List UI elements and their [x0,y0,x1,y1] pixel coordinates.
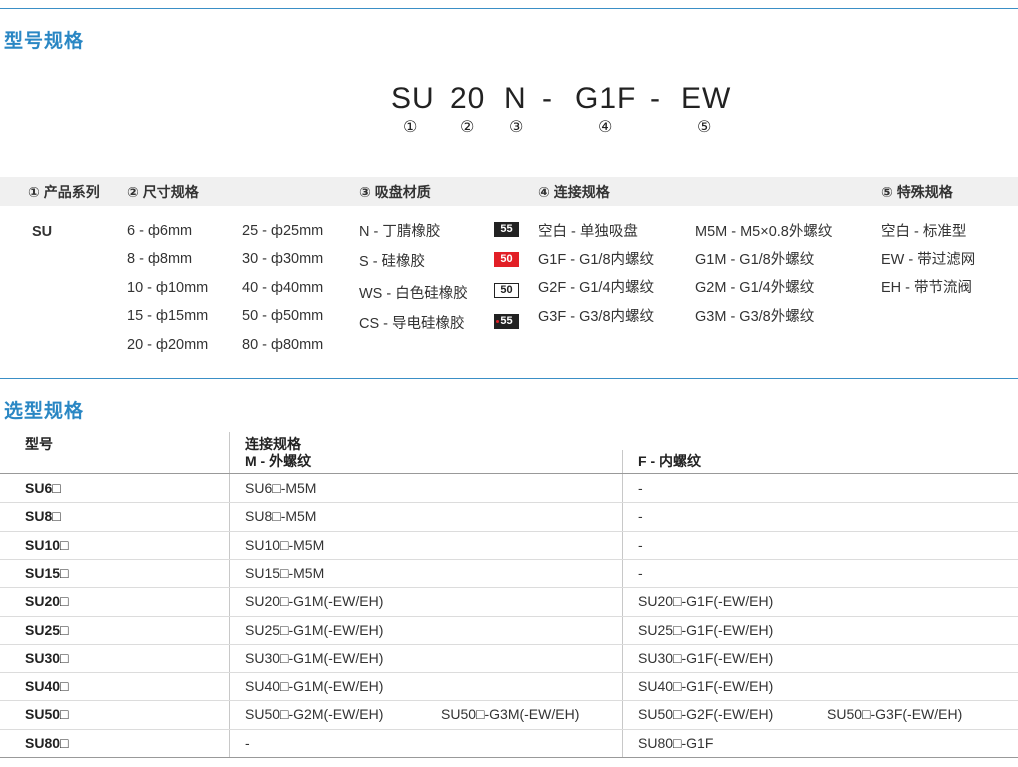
header-size: ② 尺寸规格 [127,184,199,200]
table-cell-female: SU50□-G2F(-EW/EH) [638,706,774,723]
table-cell-male: SU25□-G1M(-EW/EH) [245,621,384,638]
conductive-dot-icon [496,320,499,323]
table-row-divider [0,502,1018,504]
series-value: SU [32,224,53,240]
table-cell-model: SU30□ [25,649,69,666]
special-item: 空白 - 标准型 [881,224,967,240]
connection-item: G2F - G1/4内螺纹 [538,280,655,296]
table-row-divider [0,757,1018,758]
size-item: 10 - ф10mm [127,280,209,296]
marker-4: ④ [598,119,613,136]
table-cell-female: SU25□-G1F(-EW/EH) [638,621,774,638]
table-row-divider [0,615,1018,617]
connection-item: G2M - G1/4外螺纹 [695,280,815,296]
marker-5: ⑤ [697,119,712,136]
table-cell-male: SU50□-G2M(-EW/EH) [245,706,384,723]
table-cell-model: SU40□ [25,678,69,695]
model-code-part-material: N [504,82,527,115]
model-code-dash-2: - [650,82,661,115]
table-row-divider [0,558,1018,560]
table-row-divider [0,643,1018,645]
header-material: ③ 吸盘材质 [359,184,431,200]
table-row-divider [0,530,1018,532]
table-cell-model: SU20□ [25,593,69,610]
model-code-part-su: SU [391,82,435,115]
table-cell-female: SU20□-G1F(-EW/EH) [638,593,774,610]
size-item: 40 - ф40mm [242,280,324,296]
table-cell-model: SU50□ [25,706,69,723]
material-item: WS - 白色硅橡胶 [359,286,468,302]
table-cell-male: SU8□-M5M [245,508,317,525]
table-cell-female: - [638,480,643,496]
marker-3: ③ [509,119,524,136]
special-item: EH - 带节流阀 [881,280,973,296]
connection-item: G3M - G3/8外螺纹 [695,309,815,325]
model-code-part-connection: G1F [575,82,637,115]
table-cell-male: SU20□-G1M(-EW/EH) [245,593,384,610]
table-cell-female: SU40□-G1F(-EW/EH) [638,678,774,695]
table-row-divider [0,672,1018,674]
size-item: 50 - ф50mm [242,308,324,324]
connection-item: G1M - G1/8外螺纹 [695,252,815,268]
model-code-dash-1: - [542,82,553,115]
hardness-badge: 50 [494,252,519,267]
table-cell-male: - [245,734,250,751]
size-item: 6 - ф6mm [127,223,193,239]
model-code-part-special: EW [681,82,732,115]
size-item: 80 - ф80mm [242,337,324,353]
col-header-female: F - 内螺纹 [638,453,701,469]
table-cell-model: SU15□ [25,564,69,581]
connection-item: 空白 - 单独吸盘 [538,224,638,240]
table-cell-female: SU30□-G1F(-EW/EH) [638,649,774,666]
section-title-model-spec: 型号规格 [4,31,85,52]
section-title-selection: 选型规格 [4,401,85,422]
connection-item: M5M - M5×0.8外螺纹 [695,224,833,240]
table-cell-female: SU80□-G1F [638,734,714,751]
table-cell-female: - [638,536,643,553]
size-item: 30 - ф30mm [242,251,324,267]
table-cell-female: - [638,508,643,525]
table-cell-male: SU40□-G1M(-EW/EH) [245,678,384,695]
size-item: 8 - ф8mm [127,251,193,267]
special-item: EW - 带过滤网 [881,252,976,268]
marker-1: ① [403,119,418,136]
table-row-divider [0,587,1018,589]
table-cell-female: - [638,564,643,581]
connection-item: G3F - G3/8内螺纹 [538,309,655,325]
marker-2: ② [460,119,475,136]
header-special: ⑤ 特殊规格 [881,184,953,200]
table-cell-model: SU10□ [25,536,69,553]
header-connection: ④ 连接规格 [538,184,610,200]
table-cell-male-alt: SU50□-G3M(-EW/EH) [441,706,580,723]
table-cell-model: SU6□ [25,480,61,496]
col-header-model: 型号 [25,436,53,452]
header-underline [0,473,1018,474]
size-item: 20 - ф20mm [127,337,209,353]
material-item: S - 硅橡胶 [359,254,426,270]
hardness-badge: 50 [494,283,519,298]
table-row-divider [0,728,1018,730]
model-code-part-size: 20 [450,82,486,115]
table-row-divider [0,700,1018,702]
table-cell-model: SU80□ [25,734,69,751]
size-item: 15 - ф15mm [127,308,209,324]
connection-item: G1F - G1/8内螺纹 [538,252,655,268]
material-item: CS - 导电硅橡胶 [359,316,465,332]
material-item: N - 丁腈橡胶 [359,224,441,240]
header-series: ① 产品系列 [28,184,100,200]
col-header-male: M - 外螺纹 [245,453,312,469]
top-rule [0,8,1018,9]
hardness-badge: 55 [494,222,519,237]
table-cell-female-alt: SU50□-G3F(-EW/EH) [827,706,963,723]
table-cell-male: SU30□-G1M(-EW/EH) [245,649,384,666]
divider [229,432,230,758]
table-cell-model: SU25□ [25,621,69,638]
table-cell-male: SU6□-M5M [245,480,317,496]
table-cell-male: SU15□-M5M [245,564,325,581]
table-cell-model: SU8□ [25,508,61,525]
size-item: 25 - ф25mm [242,223,324,239]
table-cell-male: SU10□-M5M [245,536,325,553]
divider [622,450,623,758]
section-rule [0,378,1018,379]
